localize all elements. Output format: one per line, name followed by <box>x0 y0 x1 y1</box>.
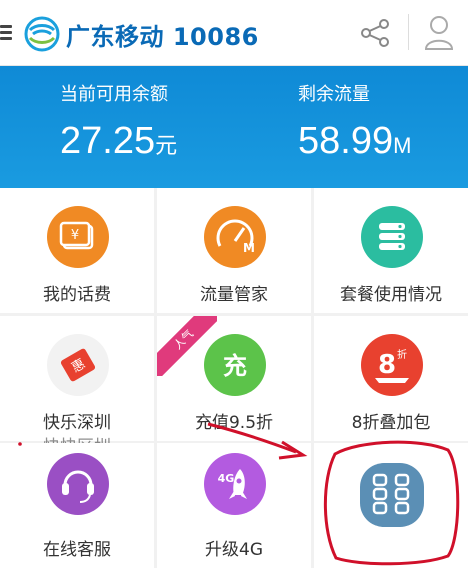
grid-item-recharge[interactable]: 人气 充 充值9.5折 <box>157 316 311 441</box>
balance-panel: 当前可用余额 27.25元 剩余流量 58.99M <box>0 66 468 188</box>
speedometer-icon: M <box>204 206 266 268</box>
recharge-icon: 充 <box>204 334 266 396</box>
service-grid: ¥ 我的话费 M 流量管家 套餐使用情况 惠 快乐深圳 人气 充 充值9.5折 … <box>0 188 468 568</box>
grid-item-happy-shenzhen[interactable]: 惠 快乐深圳 快快区圳 <box>0 316 154 446</box>
balance-amount: 27.25 <box>60 120 156 162</box>
china-mobile-logo <box>24 16 60 52</box>
grid-item-label: 8折叠加包 <box>351 413 431 433</box>
svg-text:¥: ¥ <box>71 228 79 243</box>
data-value: 58.99M <box>298 120 411 163</box>
share-icon[interactable] <box>358 18 392 48</box>
grid-item-label: 套餐使用情况 <box>340 285 442 305</box>
grid-item-label: 升级4G <box>205 540 263 560</box>
grid-item-8-off-pack[interactable]: 8 折 8折叠加包 <box>314 316 468 441</box>
grid-item-more[interactable] <box>314 443 468 568</box>
svg-text:4G: 4G <box>218 472 235 485</box>
balance-unit: 元 <box>155 133 178 158</box>
data-block[interactable]: 剩余流量 58.99M <box>298 80 411 163</box>
app-header: 广东移动 10086 <box>0 0 468 66</box>
grid-item-label: 充值9.5折 <box>194 413 274 433</box>
grid-item-plan-usage[interactable]: 套餐使用情况 <box>314 188 468 313</box>
data-amount: 58.99 <box>298 120 394 162</box>
user-icon[interactable] <box>424 14 454 50</box>
grid-item-label: 流量管家 <box>200 285 268 305</box>
app-title: 广东移动 10086 <box>66 23 259 51</box>
discount-8-icon: 8 折 <box>361 334 423 396</box>
grid-item-label: 我的话费 <box>43 285 111 305</box>
data-label: 剩余流量 <box>298 84 370 105</box>
headset-icon <box>47 453 109 515</box>
svg-text:8: 8 <box>378 350 396 380</box>
grid-item-upgrade-4g[interactable]: 4G 升级4G <box>157 443 311 568</box>
balance-label: 当前可用余额 <box>60 84 168 105</box>
grid-item-label: 在线客服 <box>43 540 111 560</box>
coupon-icon: 惠 <box>47 334 109 396</box>
grid-item-data-manager[interactable]: M 流量管家 <box>157 188 311 313</box>
rocket-4g-icon: 4G <box>204 453 266 515</box>
data-unit: M <box>393 133 412 158</box>
balance-value: 27.25元 <box>60 120 177 163</box>
database-icon <box>361 206 423 268</box>
grid-item-online-service[interactable]: 在线客服 <box>0 443 154 568</box>
hamburger-icon[interactable] <box>0 22 14 44</box>
svg-text:折: 折 <box>397 348 407 361</box>
svg-text:充: 充 <box>223 352 247 380</box>
grid-item-label: 快乐深圳 <box>43 413 111 433</box>
svg-text:M: M <box>243 241 255 255</box>
grid-item-my-bill[interactable]: ¥ 我的话费 <box>0 188 154 313</box>
header-divider <box>408 14 409 50</box>
more-apps-icon <box>360 463 424 527</box>
balance-block[interactable]: 当前可用余额 27.25元 <box>60 80 177 163</box>
wallet-icon: ¥ <box>47 206 109 268</box>
